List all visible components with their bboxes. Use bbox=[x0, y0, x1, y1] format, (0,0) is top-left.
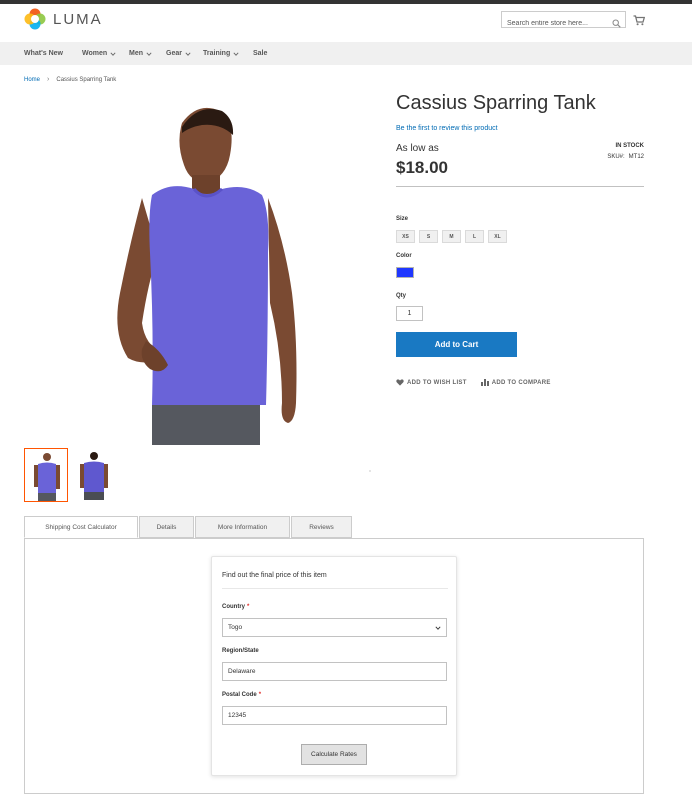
logo-text: LUMA bbox=[53, 10, 103, 28]
nav-label: What's New bbox=[24, 50, 64, 57]
size-swatches: XS S M L XL bbox=[396, 230, 507, 243]
country-label-text: Country bbox=[222, 604, 245, 610]
luma-logo-icon bbox=[24, 8, 46, 30]
main-nav: What's New Women Men Gear Training Sale bbox=[0, 42, 692, 65]
country-select[interactable]: Togo bbox=[222, 618, 447, 637]
nav-label: Gear bbox=[166, 50, 182, 57]
product-thumbnail-front[interactable] bbox=[24, 448, 68, 502]
breadcrumb-separator: › bbox=[47, 76, 50, 83]
compare-icon bbox=[480, 379, 489, 386]
postal-code-label: Postal Code * bbox=[222, 692, 261, 698]
breadcrumb-home-link[interactable]: Home bbox=[24, 77, 40, 83]
tab-shipping-cost-calculator[interactable]: Shipping Cost Calculator bbox=[24, 516, 138, 538]
size-option-m[interactable]: M bbox=[442, 230, 461, 243]
divider bbox=[396, 186, 644, 187]
heart-icon bbox=[396, 379, 404, 386]
chevron-down-icon bbox=[146, 51, 152, 56]
chevron-down-icon bbox=[435, 626, 441, 630]
wishlist-label: ADD TO WISH LIST bbox=[407, 379, 467, 386]
search-icon[interactable] bbox=[612, 15, 621, 28]
postal-code-field[interactable]: 12345 bbox=[222, 706, 447, 725]
site-header: LUMA bbox=[0, 4, 692, 42]
nav-item-training[interactable]: Training bbox=[203, 42, 239, 65]
nav-label: Training bbox=[203, 50, 231, 57]
country-value: Togo bbox=[228, 624, 243, 631]
tab-reviews[interactable]: Reviews bbox=[291, 516, 352, 538]
compare-label: ADD TO COMPARE bbox=[491, 379, 551, 386]
nav-item-women[interactable]: Women bbox=[82, 42, 116, 65]
product-main-image[interactable] bbox=[90, 103, 320, 445]
search-input[interactable] bbox=[502, 16, 625, 31]
product-price: $18.00 bbox=[396, 158, 448, 177]
add-to-cart-button[interactable]: Add to Cart bbox=[396, 332, 517, 357]
breadcrumb-current: Cassius Sparring Tank bbox=[56, 76, 117, 83]
search-box[interactable] bbox=[501, 11, 626, 31]
chevron-down-icon bbox=[185, 51, 191, 56]
stock-status: IN STOCK bbox=[615, 143, 644, 149]
region-field[interactable]: Delaware bbox=[222, 662, 447, 681]
tab-details[interactable]: Details bbox=[139, 516, 194, 538]
product-actions: ADD TO WISH LIST ADD TO COMPARE bbox=[396, 379, 565, 386]
postal-label-text: Postal Code bbox=[222, 692, 257, 698]
sku-value: MT12 bbox=[628, 154, 644, 160]
sku-label: SKU#: bbox=[607, 154, 625, 160]
color-swatch-blue[interactable] bbox=[396, 267, 414, 278]
nav-item-whats-new[interactable]: What's New bbox=[24, 42, 63, 65]
logo[interactable]: LUMA bbox=[24, 8, 103, 30]
price-prefix: As low as bbox=[396, 143, 439, 154]
qty-input[interactable]: 1 bbox=[396, 306, 423, 321]
cart-icon[interactable] bbox=[633, 13, 646, 26]
nav-item-gear[interactable]: Gear bbox=[166, 42, 191, 65]
required-mark: * bbox=[258, 692, 262, 698]
qty-label: Qty bbox=[396, 293, 407, 299]
chevron-down-icon bbox=[233, 51, 239, 56]
gallery-indicator bbox=[369, 470, 371, 472]
sku: SKU#: MT12 bbox=[560, 154, 644, 160]
calculate-rates-button[interactable]: Calculate Rates bbox=[301, 744, 367, 765]
tab-more-information[interactable]: More Information bbox=[195, 516, 290, 538]
product-tabs: Shipping Cost Calculator Details More In… bbox=[24, 516, 353, 538]
country-label: Country * bbox=[222, 604, 249, 610]
page-title: Cassius Sparring Tank bbox=[396, 92, 596, 114]
size-label: Size bbox=[396, 216, 409, 222]
size-option-s[interactable]: S bbox=[419, 230, 438, 243]
nav-item-men[interactable]: Men bbox=[129, 42, 152, 65]
size-option-l[interactable]: L bbox=[465, 230, 484, 243]
breadcrumb: Home › Cassius Sparring Tank bbox=[24, 76, 116, 83]
size-option-xl[interactable]: XL bbox=[488, 230, 507, 243]
add-to-wishlist-link[interactable]: ADD TO WISH LIST bbox=[396, 379, 467, 386]
region-label: Region/State bbox=[222, 648, 259, 654]
nav-label: Women bbox=[82, 50, 108, 57]
product-thumbnail-back[interactable] bbox=[72, 448, 116, 502]
add-to-compare-link[interactable]: ADD TO COMPARE bbox=[480, 379, 551, 386]
chevron-down-icon bbox=[110, 51, 116, 56]
review-link[interactable]: Be the first to review this product bbox=[396, 125, 498, 132]
nav-item-sale[interactable]: Sale bbox=[253, 42, 267, 65]
nav-label: Men bbox=[129, 50, 143, 57]
calculator-title: Find out the final price of this item bbox=[222, 572, 327, 579]
color-label: Color bbox=[396, 253, 412, 259]
nav-label: Sale bbox=[253, 50, 268, 57]
tank-top-shirt bbox=[149, 186, 269, 405]
shipping-calculator: Find out the final price of this item Co… bbox=[211, 556, 457, 776]
required-mark: * bbox=[247, 604, 250, 610]
size-option-xs[interactable]: XS bbox=[396, 230, 415, 243]
divider bbox=[222, 588, 448, 589]
